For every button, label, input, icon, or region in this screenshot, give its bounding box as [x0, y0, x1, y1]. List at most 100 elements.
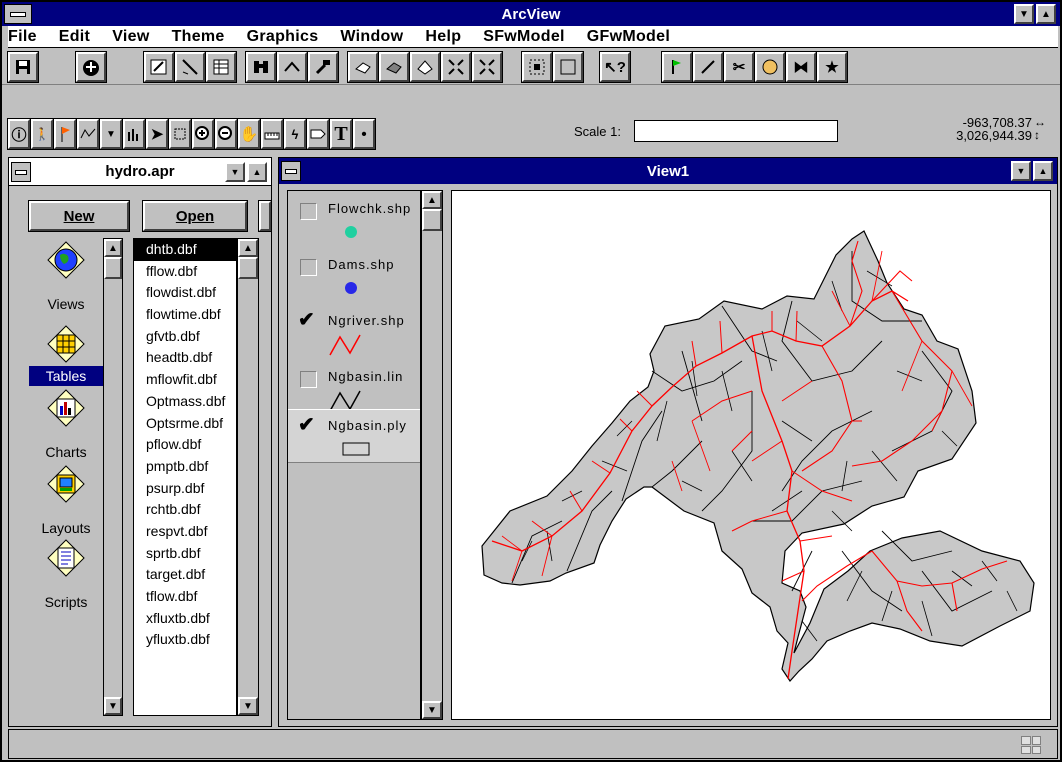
zoom-to-full-button[interactable]: [347, 51, 379, 83]
file-list-scrollbar[interactable]: ▲ ▼: [237, 238, 259, 716]
checkmark-icon[interactable]: ✔: [298, 412, 315, 437]
edit-legend-button[interactable]: [174, 51, 206, 83]
file-list-item[interactable]: target.dbf: [134, 564, 236, 586]
zoom-in-tool[interactable]: [191, 118, 215, 150]
theme-dams[interactable]: Dams.shp: [288, 247, 420, 299]
layouts-doc-type[interactable]: Layouts: [29, 464, 103, 538]
measure-tool[interactable]: [260, 118, 284, 150]
menu-file[interactable]: File: [8, 28, 37, 46]
hotlink-bolt-tool[interactable]: ϟ: [283, 118, 307, 150]
theme-flowchk[interactable]: Flowchk.shp: [288, 191, 420, 243]
menu-window[interactable]: Window: [340, 28, 403, 46]
minimize-button[interactable]: ▼: [1014, 4, 1034, 24]
view-system-menu[interactable]: [281, 161, 301, 181]
file-list-item[interactable]: dhtb.dbf: [134, 239, 236, 261]
view-title-bar[interactable]: View1: [279, 158, 1057, 184]
scroll-down-arrow-icon[interactable]: ▼: [104, 697, 122, 715]
locate-address-button[interactable]: [276, 51, 308, 83]
app-title-bar[interactable]: ArcView: [2, 2, 1060, 26]
face-button[interactable]: [754, 51, 786, 83]
file-list-item[interactable]: mflowfit.dbf: [134, 369, 236, 391]
file-list-item[interactable]: pmptb.dbf: [134, 456, 236, 478]
file-scroll-thumb[interactable]: [238, 257, 258, 279]
theme-ngriver[interactable]: ✔ Ngriver.shp: [288, 303, 420, 359]
menu-theme[interactable]: Theme: [172, 28, 225, 46]
maximize-button[interactable]: ▲: [1036, 4, 1056, 24]
theme-properties-button[interactable]: [143, 51, 175, 83]
file-scroll-up-arrow-icon[interactable]: ▲: [238, 239, 258, 257]
file-list-item[interactable]: respvt.dbf: [134, 521, 236, 543]
file-list-item[interactable]: sprtb.dbf: [134, 543, 236, 565]
file-list-item[interactable]: pflow.dbf: [134, 434, 236, 456]
help-button[interactable]: ↖?: [599, 51, 631, 83]
draw-point-tool[interactable]: •: [352, 118, 376, 150]
file-scroll-down-arrow-icon[interactable]: ▼: [238, 697, 258, 715]
identify-tool[interactable]: ⓘ: [7, 118, 31, 150]
file-list-item[interactable]: tflow.dbf: [134, 586, 236, 608]
zoom-to-themes-button[interactable]: [378, 51, 410, 83]
label-tool[interactable]: [306, 118, 330, 150]
checkmark-icon[interactable]: ✔: [298, 307, 315, 332]
menu-help[interactable]: Help: [425, 28, 461, 46]
file-list-item[interactable]: flowtime.dbf: [134, 304, 236, 326]
star-button[interactable]: ★: [816, 51, 848, 83]
toc-scrollbar[interactable]: ▲ ▼: [421, 190, 443, 720]
zoom-to-selected-button[interactable]: [409, 51, 441, 83]
theme-checkbox[interactable]: [300, 203, 317, 220]
pan-tool[interactable]: ✋: [237, 118, 261, 150]
hotlink-tool[interactable]: 🚶: [30, 118, 54, 150]
menu-sfwmodel[interactable]: SFwModel: [483, 28, 565, 46]
project-minimize-button[interactable]: ▼: [225, 162, 245, 182]
new-button[interactable]: New: [28, 200, 130, 232]
flag-button[interactable]: [661, 51, 693, 83]
scale-input[interactable]: [634, 120, 838, 142]
file-list-item[interactable]: yfluxtb.dbf: [134, 629, 236, 651]
menu-view[interactable]: View: [112, 28, 149, 46]
vertex-edit-tool[interactable]: [168, 118, 192, 150]
zoom-in-button[interactable]: [440, 51, 472, 83]
map-display[interactable]: [451, 190, 1051, 720]
find-button[interactable]: [245, 51, 277, 83]
file-list-item[interactable]: rchtb.dbf: [134, 499, 236, 521]
pencil-button[interactable]: [692, 51, 724, 83]
open-table-button[interactable]: [205, 51, 237, 83]
toc-scroll-down-arrow-icon[interactable]: ▼: [422, 701, 442, 719]
view-maximize-button[interactable]: ▲: [1033, 161, 1053, 181]
line-chart-tool[interactable]: [76, 118, 100, 150]
save-button[interactable]: [7, 51, 39, 83]
project-system-menu[interactable]: [11, 162, 31, 182]
file-list-item[interactable]: fflow.dbf: [134, 261, 236, 283]
zoom-out-tool[interactable]: [214, 118, 238, 150]
project-maximize-button[interactable]: ▲: [247, 162, 267, 182]
view-minimize-button[interactable]: ▼: [1011, 161, 1031, 181]
add-theme-button[interactable]: [75, 51, 107, 83]
file-list-item[interactable]: psurp.dbf: [134, 478, 236, 500]
split-button[interactable]: ⧓: [785, 51, 817, 83]
query-builder-button[interactable]: [307, 51, 339, 83]
file-list-item[interactable]: xfluxtb.dbf: [134, 608, 236, 630]
theme-ngbasin-lin[interactable]: Ngbasin.lin: [288, 363, 420, 415]
system-menu-button[interactable]: [4, 4, 32, 24]
file-list-item[interactable]: Optsrme.dbf: [134, 413, 236, 435]
cut-button[interactable]: ✂: [723, 51, 755, 83]
views-doc-type[interactable]: Views: [29, 240, 103, 314]
file-list-item[interactable]: flowdist.dbf: [134, 282, 236, 304]
size-grip-icon[interactable]: [1021, 736, 1041, 754]
clear-graphics-button[interactable]: [552, 51, 584, 83]
bar-chart-tool[interactable]: [122, 118, 146, 150]
charts-doc-type[interactable]: Charts: [29, 388, 103, 462]
pointer-tool[interactable]: ➤: [145, 118, 169, 150]
text-tool[interactable]: T: [329, 118, 353, 150]
doc-type-scrollbar[interactable]: ▲ ▼: [103, 238, 123, 716]
file-list-item[interactable]: Optmass.dbf: [134, 391, 236, 413]
scripts-doc-type[interactable]: Scripts: [29, 538, 103, 612]
menu-edit[interactable]: Edit: [59, 28, 90, 46]
select-graphics-button[interactable]: [521, 51, 553, 83]
file-list-item[interactable]: gfvtb.dbf: [134, 326, 236, 348]
scroll-up-arrow-icon[interactable]: ▲: [104, 239, 122, 257]
menu-gfwmodel[interactable]: GFwModel: [587, 28, 670, 46]
theme-ngbasin-ply[interactable]: ✔ Ngbasin.ply: [288, 409, 420, 463]
theme-checkbox[interactable]: [300, 371, 317, 388]
zoom-out-button[interactable]: [471, 51, 503, 83]
file-list-item[interactable]: headtb.dbf: [134, 347, 236, 369]
